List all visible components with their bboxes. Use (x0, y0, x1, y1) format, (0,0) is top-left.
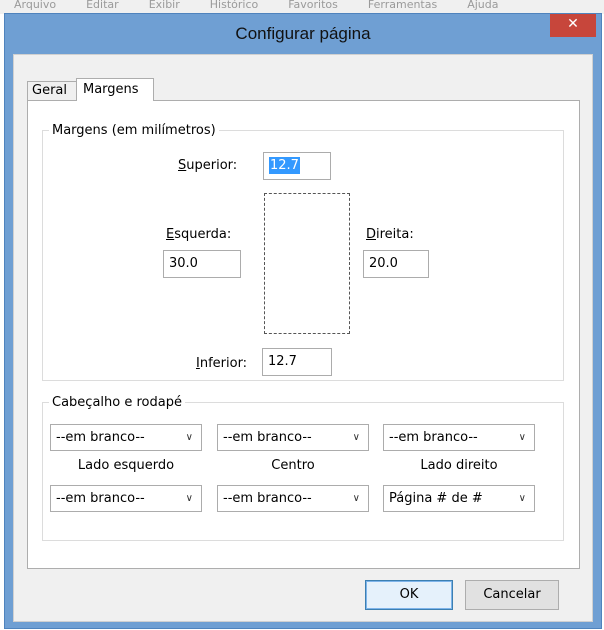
cancel-button-label: Cancelar (483, 587, 541, 602)
left-margin-value: 30.0 (169, 256, 198, 271)
tab-label: Geral (32, 83, 67, 98)
left-margin-field[interactable]: 30.0 (163, 250, 241, 278)
ok-button-label: OK (399, 587, 419, 602)
close-button[interactable]: ✕ (550, 14, 596, 37)
bottom-margin-field[interactable]: 12.7 (262, 348, 332, 376)
cancel-button[interactable]: Cancelar (465, 580, 559, 610)
dialog-client-area: Geral Margens Margens (em milímetros) Su… (13, 54, 593, 622)
tab-geral[interactable]: Geral (27, 81, 77, 100)
footer-right-select[interactable]: Página # de # ∨ (383, 485, 535, 512)
chevron-down-icon: ∨ (185, 493, 193, 504)
close-icon: ✕ (567, 16, 579, 32)
background-menu-item: Histórico (209, 0, 259, 11)
tab-label: Margens (83, 82, 139, 97)
background-menu-bar: Arquivo Editar Exibir Histórico Favoritos Fer… (0, 0, 604, 14)
header-left-select[interactable]: --em branco-- ∨ (50, 424, 202, 451)
ok-button[interactable]: OK (365, 580, 453, 610)
top-margin-value: 12.7 (269, 157, 300, 174)
left-side-label: Lado esquerdo (77, 458, 175, 473)
top-margin-label: Superior: (178, 158, 238, 173)
select-value: --em branco-- (56, 430, 145, 445)
right-side-label: Lado direito (420, 458, 498, 473)
select-value: --em branco-- (223, 430, 312, 445)
page-setup-dialog: Configurar página ✕ Geral Margens Margen… (4, 13, 602, 629)
chevron-down-icon: ∨ (518, 493, 526, 504)
select-value: --em branco-- (389, 430, 478, 445)
top-margin-field[interactable]: 12.7 (263, 152, 331, 180)
left-margin-label: Esquerda: (166, 227, 232, 242)
background-menu-item: Favoritos (288, 0, 338, 11)
footer-center-select[interactable]: --em branco-- ∨ (217, 485, 369, 512)
chevron-down-icon: ∨ (518, 432, 526, 443)
right-margin-field[interactable]: 20.0 (363, 250, 429, 278)
title-bar[interactable]: Configurar página ✕ (5, 14, 601, 54)
background-menu-item: Ajuda (467, 0, 499, 11)
background-menu-item: Editar (86, 0, 119, 11)
tab-margens[interactable]: Margens (76, 78, 154, 101)
margens-tab-panel: Margens (em milímetros) Superior: 12.7 E… (27, 100, 580, 569)
chevron-down-icon: ∨ (185, 432, 193, 443)
select-value: --em branco-- (56, 491, 145, 506)
background-menu-item: Ferramentas (367, 0, 438, 11)
page-preview (264, 193, 350, 334)
center-label: Centro (271, 458, 315, 473)
header-footer-group-label: Cabeçalho e rodapé (52, 395, 182, 410)
header-right-select[interactable]: --em branco-- ∨ (383, 424, 535, 451)
bottom-margin-label: Inferior: (196, 356, 248, 371)
margins-group-label: Margens (em milímetros) (52, 123, 216, 138)
right-margin-value: 20.0 (369, 256, 398, 271)
right-margin-label: Direita: (366, 227, 414, 242)
background-menu-item: Arquivo (14, 0, 57, 11)
footer-left-select[interactable]: --em branco-- ∨ (50, 485, 202, 512)
header-center-select[interactable]: --em branco-- ∨ (217, 424, 369, 451)
chevron-down-icon: ∨ (352, 493, 360, 504)
background-menu-item: Exibir (148, 0, 180, 11)
dialog-title: Configurar página (235, 24, 371, 43)
bottom-margin-value: 12.7 (268, 354, 297, 369)
select-value: --em branco-- (223, 491, 312, 506)
chevron-down-icon: ∨ (352, 432, 360, 443)
select-value: Página # de # (389, 491, 483, 506)
